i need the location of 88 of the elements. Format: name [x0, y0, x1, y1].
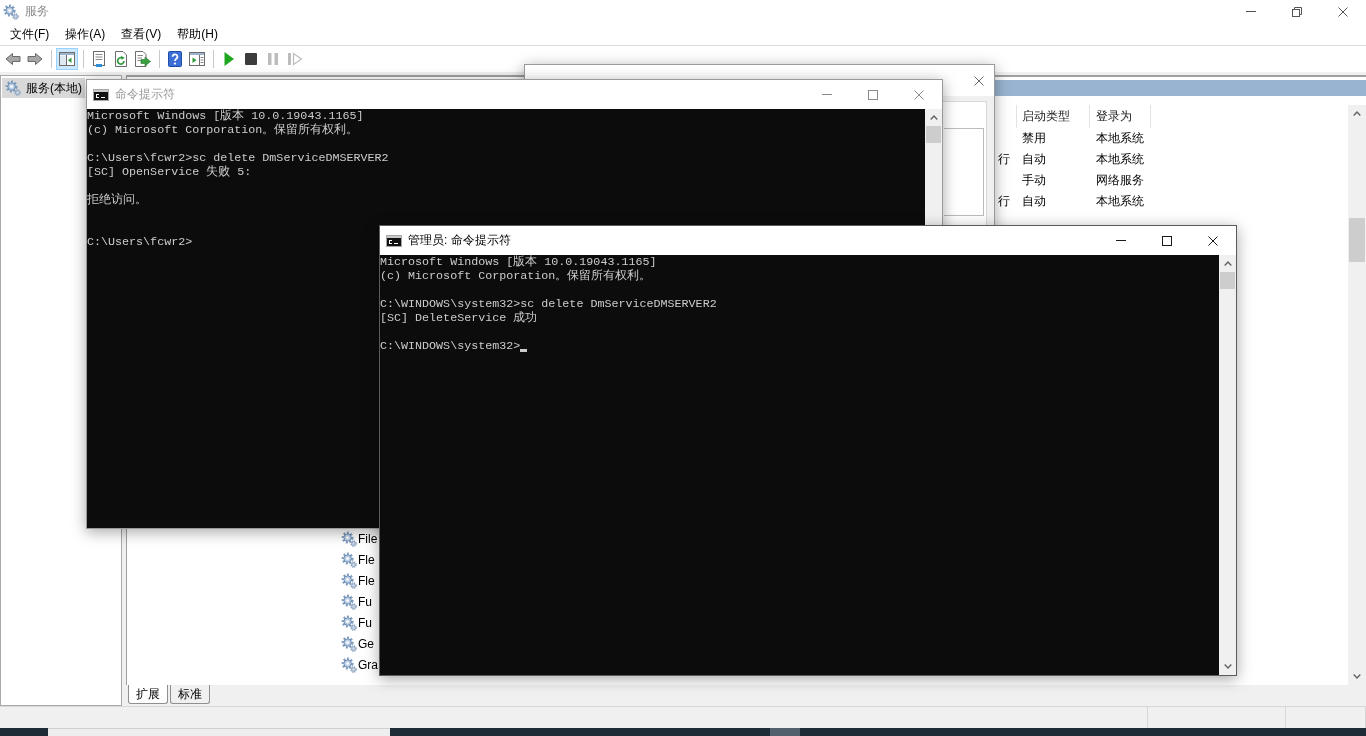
refresh-icon	[113, 51, 129, 67]
export-icon	[135, 51, 151, 67]
taskbar-button[interactable]	[770, 728, 800, 736]
gear-icon	[3, 3, 19, 20]
table-cell-text: 本地系统	[1095, 193, 1145, 210]
menu-item[interactable]: 操作(A)	[57, 23, 114, 45]
table-cell-text: 手动	[1021, 172, 1047, 189]
view-tab[interactable]: 扩展	[128, 685, 168, 704]
scroll-thumb[interactable]	[926, 126, 941, 143]
table-cell-text: 网络服务	[1095, 172, 1145, 189]
caret-down-icon	[1353, 674, 1361, 679]
console-line: (c) Microsoft Corporation。保留所有权利。	[380, 269, 652, 283]
service-name: Fle	[358, 552, 375, 567]
table-cell-text: 本地系统	[1095, 151, 1145, 168]
service-name: Gra	[358, 657, 378, 672]
table-cell-text: 禁用	[1021, 130, 1047, 147]
caret-up-icon	[1223, 261, 1232, 266]
service-name: Fu	[358, 594, 372, 609]
table-cell: 行	[998, 193, 1010, 210]
gear-icon	[341, 551, 357, 568]
table-cell-text: 自动	[1021, 151, 1047, 168]
maximize-icon	[1162, 235, 1172, 246]
gear-icon	[5, 80, 21, 96]
console-line: Microsoft Windows [版本 10.0.19043.1165]	[380, 255, 657, 269]
service-name: Fle	[358, 573, 375, 588]
gear-icon	[341, 593, 357, 610]
service-name: Ge	[358, 636, 374, 651]
console-line: 拒绝访问。	[87, 193, 147, 207]
document-icon	[91, 51, 107, 67]
column-header[interactable]: 登录为	[1089, 105, 1150, 128]
table-cell: 行	[998, 151, 1010, 168]
scroll-thumb[interactable]	[1220, 272, 1235, 289]
window-title: 命令提示符	[115, 86, 175, 103]
maximize-icon	[868, 89, 878, 100]
scrollbar[interactable]	[1348, 105, 1366, 685]
stop-icon	[243, 51, 259, 67]
console-line: C:\Users\fcwr2>sc delete DmServiceDMSERVER2	[87, 151, 389, 165]
table-cell-text: 本地系统	[1095, 130, 1145, 147]
scrollbar[interactable]	[1219, 255, 1236, 675]
close-icon	[1208, 235, 1218, 246]
minimize-icon	[1116, 240, 1126, 241]
console-line: (c) Microsoft Corporation。保留所有权利。	[87, 123, 359, 137]
menu-item[interactable]: 帮助(H)	[169, 23, 226, 45]
console-icon	[93, 88, 109, 101]
console-icon	[386, 234, 402, 247]
column-header[interactable]: 启动类型	[1016, 105, 1089, 128]
caret-up-icon	[929, 115, 938, 120]
menu-item[interactable]: 文件(F)	[2, 23, 58, 45]
console-line: [SC] OpenService 失败 5:	[87, 165, 252, 179]
pause-icon	[265, 51, 281, 67]
console-line: C:\WINDOWS\system32>	[380, 339, 521, 353]
window-title: 服务	[25, 3, 49, 20]
tree-item[interactable]: 服务(本地)	[2, 78, 85, 98]
caret-up-icon	[1353, 111, 1361, 116]
console-line: C:\Users\fcwr2>	[87, 235, 193, 249]
help-icon	[167, 51, 183, 67]
service-name: File	[358, 531, 378, 546]
export-button[interactable]	[132, 48, 154, 70]
table-cell-text: 自动	[1021, 193, 1047, 210]
minimize-icon	[1246, 11, 1256, 12]
console-area[interactable]: Microsoft Windows [版本 10.0.19043.1165] (c) Microsoft Corporation。保留所有权利。 C:\WINDOWS\system32>sc delete DmServiceDMSERVER2 [SC] DeleteService 成功 C:\WINDOWS\system32>	[380, 255, 1236, 675]
window-pane-icon	[59, 51, 75, 67]
gear-icon	[341, 614, 357, 631]
window-title: 管理员: 命令提示符	[408, 232, 511, 249]
view-tab[interactable]: 标准	[170, 685, 210, 704]
console-line: [SC] DeleteService 成功	[380, 311, 538, 325]
search-field[interactable]	[48, 728, 390, 736]
gear-icon	[341, 635, 357, 652]
forward-arrow-icon	[27, 51, 43, 67]
restore-icon	[1292, 6, 1302, 17]
resume-icon	[287, 51, 303, 67]
window-pane-icon	[189, 51, 205, 67]
console-line: Microsoft Windows [版本 10.0.19043.1165]	[87, 109, 364, 123]
close-icon	[914, 89, 924, 100]
close-icon	[974, 75, 984, 86]
back-arrow-icon	[5, 51, 21, 67]
gear-icon	[341, 530, 357, 547]
minimize-icon	[822, 94, 832, 95]
service-name: Fu	[358, 615, 372, 630]
console-line: C:\WINDOWS\system32>sc delete DmServiceDMSERVER2	[380, 297, 717, 311]
scroll-thumb[interactable]	[1349, 218, 1365, 262]
menu-item[interactable]: 查看(V)	[113, 23, 170, 45]
gear-icon	[341, 656, 357, 673]
console-tree-button[interactable]	[56, 48, 78, 70]
text-field[interactable]	[944, 128, 984, 216]
caret-down-icon	[1223, 664, 1232, 669]
close-icon	[1338, 6, 1348, 17]
gear-icon	[341, 572, 357, 589]
